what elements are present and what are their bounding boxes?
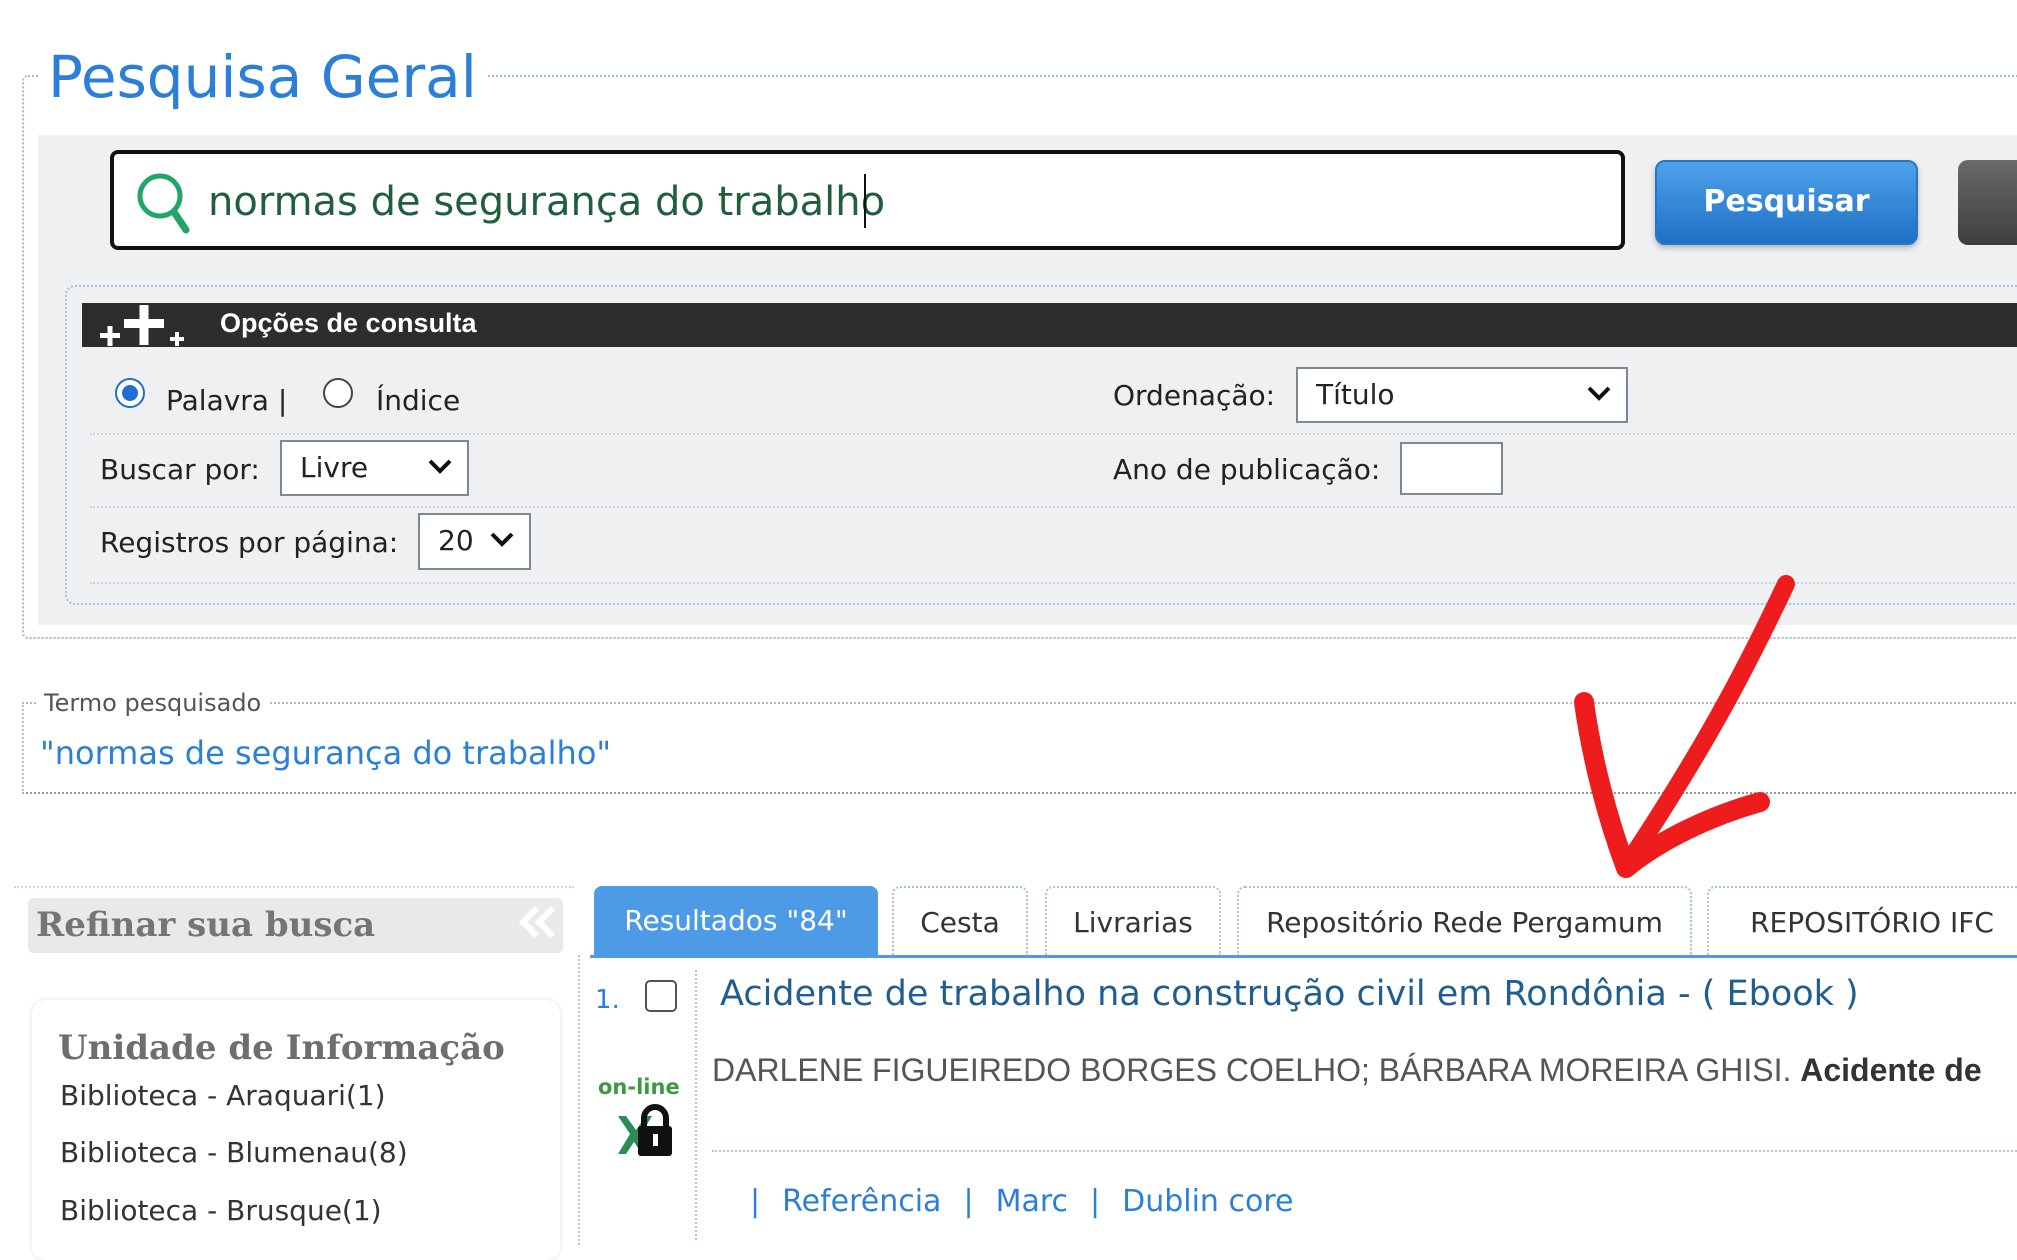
tabs-underline: [590, 955, 2017, 958]
link-marc[interactable]: Marc: [996, 1184, 1068, 1219]
per-page-select[interactable]: 20: [418, 513, 531, 570]
result-links: | Referência | Marc | Dublin core: [750, 1182, 1315, 1222]
section-divider: [14, 886, 574, 888]
result-checkbox[interactable]: [645, 980, 677, 1012]
link-referencia[interactable]: Referência: [782, 1184, 941, 1219]
radio-palavra[interactable]: [115, 378, 145, 408]
search-by-select[interactable]: Livre: [280, 440, 469, 496]
chevron-down-icon: [1587, 386, 1611, 401]
result-authors: DARLENE FIGUEIREDO BORGES COELHO; BÁRBAR…: [712, 1048, 1982, 1092]
result-authors-text: DARLENE FIGUEIREDO BORGES COELHO; BÁRBAR…: [712, 1052, 1792, 1088]
page-title: Pesquisa Geral: [38, 40, 487, 114]
radio-palavra-label: Palavra |: [166, 384, 288, 417]
column-divider: [578, 955, 580, 1245]
row-divider: [90, 506, 2017, 508]
secondary-button[interactable]: [1958, 160, 2017, 245]
term-legend: Termo pesquisado: [36, 690, 270, 716]
year-label: Ano de publicação:: [1113, 453, 1381, 486]
result-authors-bold: Acidente de: [1800, 1052, 1982, 1088]
result-number: 1.: [595, 985, 620, 1015]
tab-repositorio-ifc[interactable]: REPOSITÓRIO IFC: [1707, 886, 2017, 956]
facet-item[interactable]: Biblioteca - Blumenau(8): [60, 1133, 408, 1173]
search-by-select-value: Livre: [300, 451, 369, 484]
link-separator: |: [1090, 1184, 1101, 1219]
ordering-select[interactable]: Título: [1296, 367, 1628, 423]
result-divider-line: [712, 1150, 2017, 1152]
year-input[interactable]: [1400, 442, 1503, 495]
searched-term: "normas de segurança do trabalho": [40, 734, 612, 772]
options-title: Opções de consulta: [220, 308, 477, 338]
refine-title: Refinar sua busca: [36, 905, 376, 945]
collapse-icon[interactable]: [515, 902, 559, 942]
search-by-label: Buscar por:: [100, 453, 260, 486]
expand-plus-icon[interactable]: [96, 303, 206, 347]
radio-indice[interactable]: [323, 378, 353, 408]
link-dublin-core[interactable]: Dublin core: [1122, 1184, 1293, 1219]
online-lock-icon[interactable]: on-line: [596, 1072, 686, 1162]
tab-results[interactable]: Resultados "84": [594, 886, 878, 956]
text-caret: [864, 174, 866, 228]
per-page-select-value: 20: [438, 524, 474, 557]
link-separator: |: [963, 1184, 974, 1219]
result-title-link[interactable]: Acidente de trabalho na construção civil…: [720, 970, 1859, 1018]
row-divider: [90, 433, 2017, 435]
red-arrow-annotation: [1574, 575, 1795, 878]
chevron-down-icon: [490, 532, 514, 547]
per-page-label: Registros por página:: [100, 526, 399, 559]
result-divider: [695, 970, 697, 1240]
online-label: on-line: [598, 1075, 680, 1099]
search-icon: [137, 173, 190, 234]
ordering-label: Ordenação:: [1113, 379, 1276, 412]
search-input[interactable]: [208, 166, 1598, 238]
link-separator: |: [750, 1184, 761, 1219]
facet-title: Unidade de Informação: [58, 1028, 505, 1068]
facet-item[interactable]: Biblioteca - Araquari(1): [60, 1076, 386, 1116]
tab-repositorio-pergamum[interactable]: Repositório Rede Pergamum: [1237, 886, 1692, 956]
tab-cesta[interactable]: Cesta: [892, 886, 1028, 956]
tab-livrarias[interactable]: Livrarias: [1045, 886, 1221, 956]
ordering-select-value: Título: [1316, 378, 1395, 411]
search-button[interactable]: Pesquisar: [1655, 160, 1918, 245]
chevron-down-icon: [428, 459, 452, 474]
radio-indice-label: Índice: [376, 384, 461, 417]
facet-item[interactable]: Biblioteca - Brusque(1): [60, 1191, 382, 1231]
